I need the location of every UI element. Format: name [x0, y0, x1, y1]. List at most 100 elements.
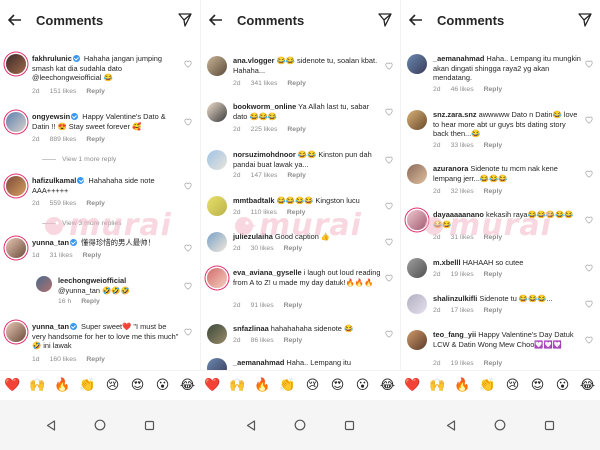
back-arrow-icon[interactable]	[407, 11, 425, 29]
heart-outline-icon[interactable]	[184, 328, 192, 336]
comment-username[interactable]: hafizulkamal	[32, 176, 76, 185]
comment-username[interactable]: ana.vlogger	[233, 56, 274, 65]
reply-button[interactable]: Reply	[287, 209, 306, 216]
reply-button[interactable]: Reply	[484, 271, 503, 278]
avatar[interactable]	[207, 196, 227, 216]
comment-username[interactable]: juliezulaiha	[233, 232, 273, 241]
reply-button[interactable]: Reply	[287, 172, 306, 179]
comment-likes[interactable]: 31 likes	[50, 252, 73, 259]
heart-outline-icon[interactable]	[585, 264, 593, 272]
avatar[interactable]	[407, 258, 427, 278]
avatar[interactable]	[207, 150, 227, 170]
comment-username[interactable]: mmtbadtalk	[233, 196, 274, 205]
emoji-button[interactable]: 🔥	[253, 378, 273, 393]
emoji-button[interactable]: 😢	[103, 378, 123, 393]
heart-outline-icon[interactable]	[585, 216, 593, 224]
heart-outline-icon[interactable]	[184, 182, 192, 190]
comment-likes[interactable]: 225 likes	[251, 126, 278, 133]
comment-likes[interactable]: 33 likes	[451, 142, 474, 149]
heart-outline-icon[interactable]	[385, 274, 393, 282]
heart-outline-icon[interactable]	[585, 170, 593, 178]
reply-button[interactable]: Reply	[83, 252, 102, 259]
comment-likes[interactable]: 147 likes	[251, 172, 278, 179]
heart-outline-icon[interactable]	[585, 60, 593, 68]
emoji-button[interactable]: 😂	[178, 378, 198, 393]
direct-send-icon[interactable]	[176, 11, 194, 29]
avatar[interactable]	[207, 56, 227, 76]
heart-outline-icon[interactable]	[585, 116, 593, 124]
reply-button[interactable]: Reply	[484, 142, 503, 149]
heart-outline-icon[interactable]	[385, 202, 393, 210]
back-arrow-icon[interactable]	[207, 11, 225, 29]
reply-button[interactable]: Reply	[86, 356, 105, 363]
avatar[interactable]	[36, 276, 52, 292]
comment-username[interactable]: norsuzimohdnoor	[233, 150, 296, 159]
comment-username[interactable]: _aemanahmad	[433, 54, 484, 63]
avatar[interactable]	[407, 54, 427, 74]
comment-likes[interactable]: 19 likes	[451, 360, 474, 367]
emoji-button[interactable]: 😢	[303, 378, 323, 393]
square-recents-icon[interactable]	[541, 417, 557, 433]
avatar[interactable]	[207, 232, 227, 252]
heart-outline-icon[interactable]	[585, 336, 593, 344]
emoji-button[interactable]: 🙌	[28, 378, 48, 393]
avatar[interactable]	[407, 110, 427, 130]
comment-username[interactable]: eva_aviana_gyselle	[233, 268, 302, 277]
avatar[interactable]	[207, 358, 227, 370]
view-more-replies[interactable]: View 3 more replies	[42, 220, 122, 227]
heart-outline-icon[interactable]	[385, 156, 393, 164]
emoji-button[interactable]: 🙌	[428, 378, 448, 393]
back-arrow-icon[interactable]	[6, 11, 24, 29]
comment-likes[interactable]: 91 likes	[251, 302, 274, 309]
comment-username[interactable]: shalinzulkifli	[433, 294, 477, 303]
square-recents-icon[interactable]	[141, 417, 157, 433]
reply-button[interactable]: Reply	[284, 245, 303, 252]
comment-username[interactable]: yunna_tan	[32, 322, 69, 331]
avatar[interactable]	[207, 324, 227, 344]
reply-button[interactable]: Reply	[287, 80, 306, 87]
reply-button[interactable]: Reply	[484, 360, 503, 367]
emoji-button[interactable]: 😮	[153, 378, 173, 393]
emoji-button[interactable]: 👏	[78, 378, 98, 393]
circle-home-icon[interactable]	[92, 417, 108, 433]
reply-button[interactable]: Reply	[284, 302, 303, 309]
comment-likes[interactable]: 110 likes	[251, 209, 277, 216]
reply-button[interactable]: Reply	[484, 307, 503, 314]
emoji-button[interactable]: 😍	[328, 378, 348, 393]
comment-likes[interactable]: 151 likes	[50, 88, 77, 95]
triangle-back-icon[interactable]	[243, 417, 259, 433]
triangle-back-icon[interactable]	[43, 417, 59, 433]
emoji-button[interactable]: 😍	[528, 378, 548, 393]
avatar[interactable]	[407, 164, 427, 184]
comment-username[interactable]: _aemanahmad	[233, 358, 284, 367]
comment-likes[interactable]: 86 likes	[251, 337, 274, 344]
avatar[interactable]	[6, 238, 26, 258]
comment-likes[interactable]: 19 likes	[451, 271, 474, 278]
avatar[interactable]	[6, 176, 26, 196]
comment-username[interactable]: yunna_tan	[32, 238, 69, 247]
heart-outline-icon[interactable]	[385, 238, 393, 246]
comment-username[interactable]: fakhrulunic	[32, 54, 72, 63]
reply-button[interactable]: Reply	[86, 136, 105, 143]
avatar[interactable]	[407, 294, 427, 314]
comment-likes[interactable]: 31 likes	[451, 234, 474, 241]
emoji-button[interactable]: ❤️	[203, 378, 223, 393]
heart-outline-icon[interactable]	[184, 118, 192, 126]
reply-button[interactable]: Reply	[86, 88, 105, 95]
comment-likes[interactable]: 341 likes	[251, 80, 278, 87]
emoji-button[interactable]: 😢	[503, 378, 523, 393]
avatar[interactable]	[407, 210, 427, 230]
comment-username[interactable]: snfazlinaa	[233, 324, 269, 333]
comment-username[interactable]: azuranora	[433, 164, 468, 173]
square-recents-icon[interactable]	[341, 417, 357, 433]
emoji-button[interactable]: 🙌	[228, 378, 248, 393]
heart-outline-icon[interactable]	[184, 60, 192, 68]
heart-outline-icon[interactable]	[184, 282, 192, 290]
heart-outline-icon[interactable]	[385, 330, 393, 338]
reply-button[interactable]: Reply	[284, 337, 303, 344]
reply-button[interactable]: Reply	[484, 188, 503, 195]
comment-username[interactable]: snz.zara.snz	[433, 110, 477, 119]
emoji-button[interactable]: 😮	[553, 378, 573, 393]
comment-username[interactable]: leechongweiofficial	[58, 276, 126, 285]
circle-home-icon[interactable]	[292, 417, 308, 433]
